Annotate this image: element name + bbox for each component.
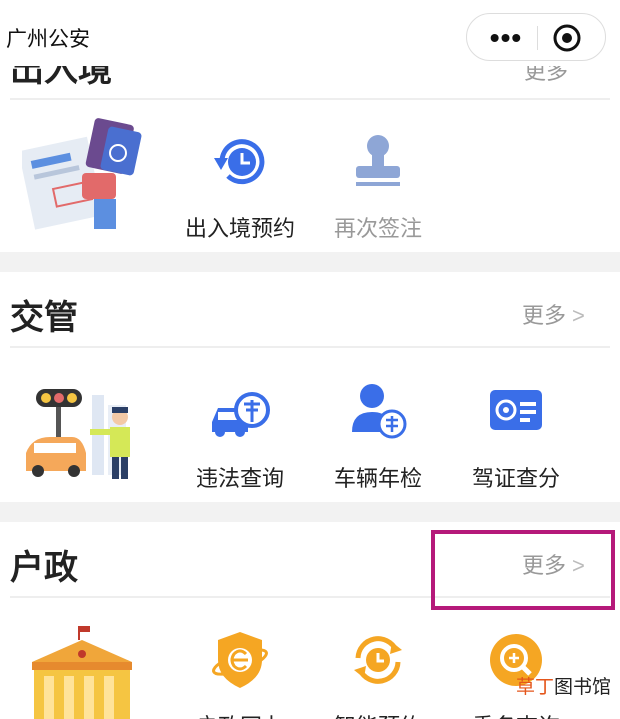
license-score-item[interactable]: 驾证查分 bbox=[456, 380, 576, 493]
annual-inspection-item[interactable]: 车辆年检 bbox=[318, 380, 438, 493]
annual-inspection-label: 车辆年检 bbox=[333, 466, 422, 491]
traffic-more-label: 更多 bbox=[522, 303, 567, 328]
section-title-traffic: 交管 bbox=[10, 299, 78, 337]
top-bar: 广州公安 ••• bbox=[0, 0, 620, 66]
close-target-icon[interactable] bbox=[551, 22, 583, 54]
stamp-icon bbox=[356, 135, 400, 186]
traffic-more-link[interactable]: 更多 > bbox=[522, 298, 585, 330]
online-service-icon bbox=[212, 632, 268, 688]
re-endorsement-label: 再次签注 bbox=[333, 216, 422, 241]
section-title-household: 户政 bbox=[10, 549, 78, 587]
government-building-illustration bbox=[32, 626, 132, 719]
section-gap bbox=[0, 502, 620, 522]
re-endorsement-item[interactable]: 再次签注 bbox=[318, 130, 438, 243]
household-online-label: 户政网办 bbox=[180, 709, 300, 719]
app-title: 广州公安 bbox=[6, 28, 90, 51]
more-options-button[interactable]: ••• bbox=[481, 20, 531, 56]
car-fine-icon bbox=[212, 392, 270, 437]
license-score-label: 驾证查分 bbox=[471, 466, 560, 491]
watermark-part2: 图书馆 bbox=[554, 677, 612, 698]
capsule-divider bbox=[537, 26, 538, 50]
section-gap bbox=[0, 252, 620, 272]
violation-query-item[interactable]: 违法查询 bbox=[180, 380, 300, 493]
household-online-item[interactable]: 户政网办 bbox=[180, 628, 300, 719]
traffic-police-illustration bbox=[26, 389, 130, 479]
smart-booking-label: 智能预约 bbox=[318, 709, 438, 719]
watermark: 草丁图书馆 bbox=[516, 672, 611, 699]
passport-illustration bbox=[22, 118, 142, 230]
crossborder-booking-label: 出入境预约 bbox=[184, 216, 295, 241]
license-score-icon bbox=[490, 390, 542, 430]
miniprogram-capsule: ••• bbox=[466, 13, 606, 61]
watermark-part1: 草丁 bbox=[516, 677, 555, 698]
annual-inspection-icon bbox=[352, 384, 407, 439]
name-search-label: 重名查询 bbox=[456, 709, 576, 719]
divider bbox=[10, 346, 610, 348]
highlight-box bbox=[431, 530, 615, 610]
smart-booking-icon bbox=[354, 636, 402, 684]
chevron-right-icon: > bbox=[572, 303, 585, 328]
violation-query-label: 违法查询 bbox=[195, 466, 284, 491]
smart-booking-item[interactable]: 智能预约 bbox=[318, 628, 438, 719]
clock-refresh-icon bbox=[214, 139, 265, 185]
crossborder-booking-item[interactable]: 出入境预约 bbox=[180, 130, 300, 243]
divider bbox=[10, 98, 610, 100]
